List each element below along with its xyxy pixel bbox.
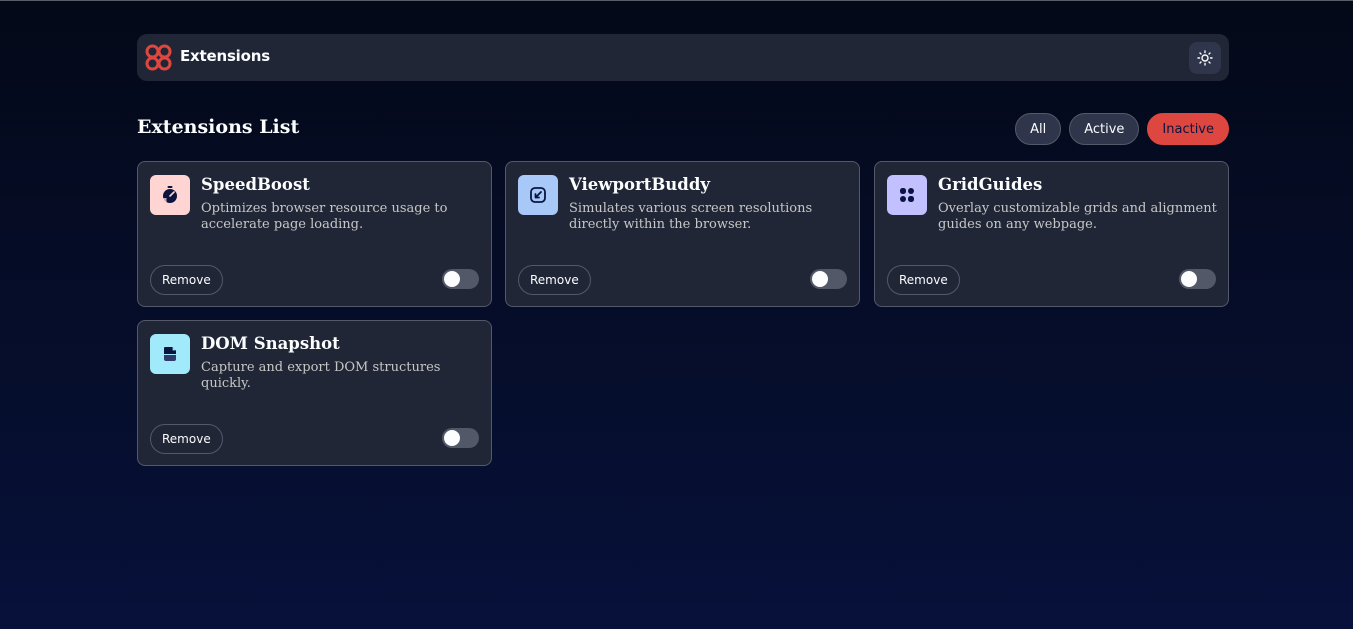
- extension-name: ViewportBuddy: [569, 175, 710, 194]
- brand-name: Extensions: [180, 47, 270, 65]
- extension-toggle[interactable]: [442, 428, 479, 448]
- theme-toggle-button[interactable]: [1189, 42, 1221, 74]
- filter-all-button[interactable]: All: [1015, 113, 1062, 145]
- speedboost-icon: [150, 175, 190, 215]
- toggle-knob: [1181, 271, 1197, 287]
- extension-description: Optimizes browser resource usage to acce…: [201, 201, 448, 232]
- extension-description: Simulates various screen resolutions dir…: [569, 201, 813, 232]
- extension-description: Overlay customizable grids and alignment…: [938, 201, 1217, 232]
- viewportbuddy-icon: [518, 175, 558, 215]
- extension-toggle[interactable]: [442, 269, 479, 289]
- filter-active-button[interactable]: Active: [1069, 113, 1140, 145]
- toggle-knob: [444, 430, 460, 446]
- extensions-logo-icon: [145, 44, 172, 71]
- extension-card-domsnapshot: DOM Snapshot Capture and export DOM stru…: [137, 320, 492, 466]
- extension-card-speedboost: SpeedBoost Optimizes browser resource us…: [137, 161, 492, 307]
- extension-description: Capture and export DOM structures quickl…: [201, 360, 441, 391]
- toggle-knob: [444, 271, 460, 287]
- page-title: Extensions List: [137, 116, 300, 138]
- remove-button[interactable]: Remove: [150, 424, 223, 454]
- extension-toggle[interactable]: [1179, 269, 1216, 289]
- extension-toggle[interactable]: [810, 269, 847, 289]
- remove-button[interactable]: Remove: [150, 265, 223, 295]
- top-border: [0, 0, 1353, 1]
- extension-name: DOM Snapshot: [201, 334, 340, 353]
- sun-icon: [1197, 50, 1213, 66]
- domsnapshot-icon: [150, 334, 190, 374]
- extension-name: SpeedBoost: [201, 175, 310, 194]
- extension-card-gridguides: GridGuides Overlay customizable grids an…: [874, 161, 1229, 307]
- filter-group: All Active Inactive: [1015, 113, 1229, 145]
- remove-button[interactable]: Remove: [518, 265, 591, 295]
- toggle-knob: [812, 271, 828, 287]
- extension-name: GridGuides: [938, 175, 1043, 194]
- filter-inactive-button[interactable]: Inactive: [1147, 113, 1229, 145]
- remove-button[interactable]: Remove: [887, 265, 960, 295]
- app-header: Extensions: [137, 34, 1229, 81]
- extension-card-viewportbuddy: ViewportBuddy Simulates various screen r…: [505, 161, 860, 307]
- gridguides-icon: [887, 175, 927, 215]
